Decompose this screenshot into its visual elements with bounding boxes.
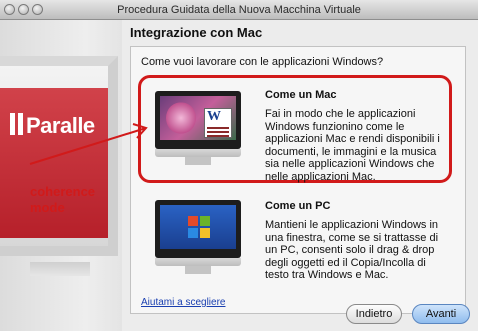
word-document-icon: W — [204, 108, 232, 138]
back-button[interactable]: Indietro — [346, 304, 402, 324]
monitor-stand — [30, 262, 90, 276]
windows-logo-icon — [188, 216, 210, 238]
option-title: Come un Mac — [265, 89, 337, 101]
window-title: Procedura Guidata della Nuova Macchina V… — [117, 4, 361, 16]
parallels-logo-icon — [10, 113, 23, 135]
parallels-logo-text: Paralle — [26, 113, 95, 138]
imac-mac-icon: W — [155, 91, 241, 165]
option-title: Come un PC — [265, 200, 331, 212]
help-me-choose-link[interactable]: Aiutami a scegliere — [141, 297, 225, 308]
wizard-main-panel: Integrazione con Mac Come vuoi lavorare … — [122, 20, 478, 331]
question-label: Come vuoi lavorare con le applicazioni W… — [141, 56, 384, 68]
flower-wallpaper-icon — [166, 102, 196, 134]
title-bar[interactable]: Procedura Guidata della Nuova Macchina V… — [0, 0, 478, 20]
imac-windows-icon — [155, 200, 241, 274]
parallels-monitor-graphic — [0, 56, 118, 256]
next-button[interactable]: Avanti — [412, 304, 470, 324]
option-description: Fai in modo che le applicazioni Windows … — [265, 108, 440, 183]
coherence-mode-annotation: coherence mode — [30, 184, 96, 215]
option-description: Mantieni le applicazioni Windows in una … — [265, 219, 439, 281]
wizard-graphic-pane: Paralle coherence mode — [0, 20, 122, 331]
option-like-mac[interactable]: W Come un Mac Fai in modo che le applica… — [138, 75, 452, 183]
option-like-pc[interactable]: Come un PC Mantieni le applicazioni Wind… — [141, 192, 451, 292]
options-box: Come vuoi lavorare con le applicazioni W… — [130, 46, 466, 314]
page-title: Integrazione con Mac — [130, 25, 263, 40]
